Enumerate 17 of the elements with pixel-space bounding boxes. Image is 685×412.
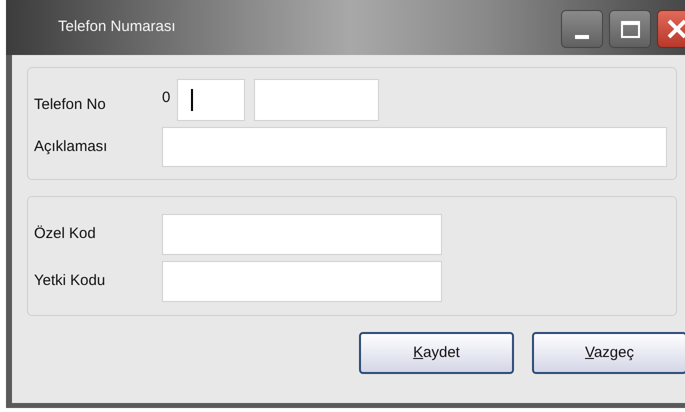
close-icon xyxy=(666,18,685,40)
field-label: Özel Kod xyxy=(34,224,97,244)
window-title: Telefon Numarası xyxy=(58,17,176,38)
field-label: Açıklaması xyxy=(34,136,108,157)
input-field[interactable] xyxy=(162,261,442,302)
maximize-button[interactable] xyxy=(609,10,651,48)
field-label: Yetki Kodu xyxy=(34,271,106,292)
dialog-button[interactable]: Vazgeç xyxy=(532,332,685,374)
field-label: Telefon No xyxy=(34,94,107,115)
input-field[interactable] xyxy=(162,214,442,255)
input-field[interactable] xyxy=(254,79,379,121)
text-cursor xyxy=(191,89,193,111)
dialog-button[interactable]: Kaydet xyxy=(359,332,514,374)
input-field[interactable] xyxy=(162,127,667,167)
input-field[interactable] xyxy=(177,79,245,121)
prefix-text: 0 xyxy=(162,88,172,108)
minimize-button[interactable] xyxy=(561,10,603,48)
